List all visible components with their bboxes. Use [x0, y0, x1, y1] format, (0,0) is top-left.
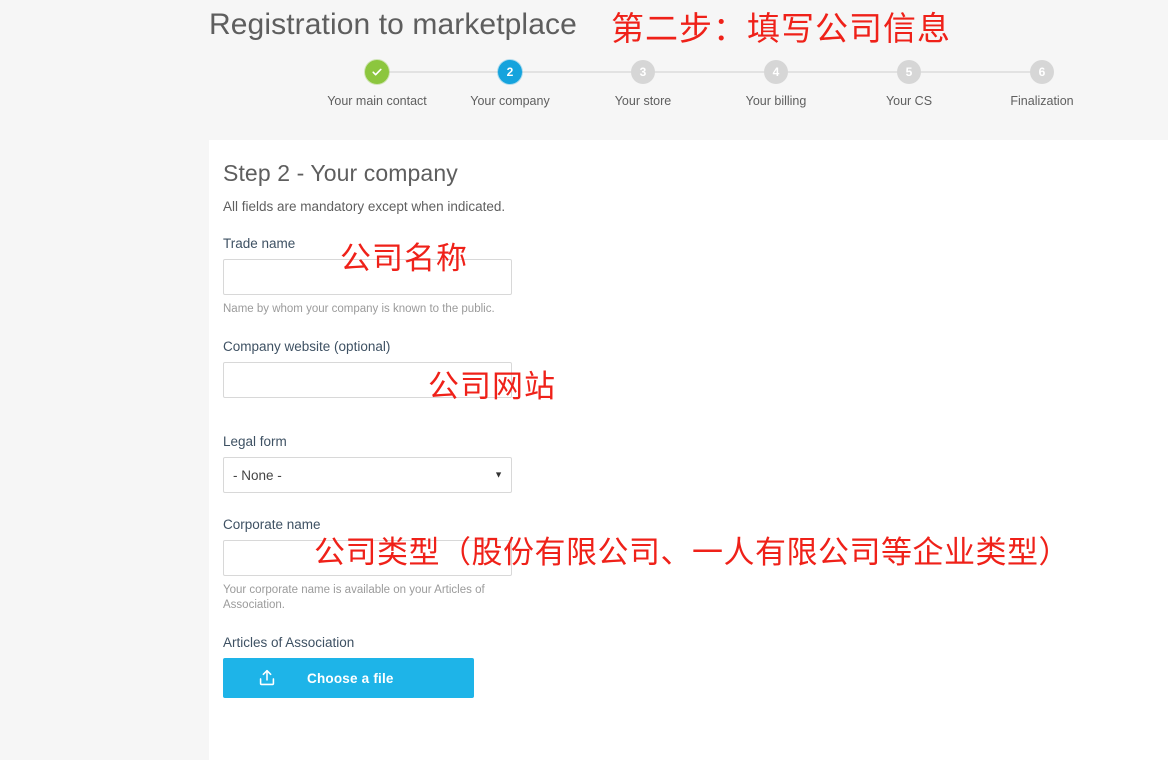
legal-form-select[interactable]: - None -: [223, 457, 512, 493]
trade-name-help: Name by whom your company is known to th…: [223, 303, 495, 315]
stepper-step-your-company[interactable]: 2 Your company: [443, 60, 577, 108]
form-title: Step 2 - Your company: [223, 160, 458, 186]
stepper-step-finalization[interactable]: 6 Finalization: [975, 60, 1109, 108]
field-corporate-name: Corporate name Your corporate name is av…: [223, 517, 743, 613]
choose-a-file-button[interactable]: Choose a file: [223, 658, 474, 698]
company-website-input[interactable]: [223, 362, 512, 398]
upload-icon: [249, 667, 285, 689]
step-circle-6[interactable]: 6: [1030, 60, 1054, 84]
step-circle-3[interactable]: 3: [631, 60, 655, 84]
company-website-label: Company website (optional): [223, 339, 391, 354]
trade-name-label: Trade name: [223, 236, 296, 251]
form-subtitle: All fields are mandatory except when ind…: [223, 199, 506, 214]
page-header-band: Registration to marketplace 第二步：填写公司信息 Y…: [0, 0, 1168, 140]
step-label-3: Your store: [614, 94, 672, 108]
field-company-website: Company website (optional): [223, 339, 743, 398]
step-circle-2[interactable]: 2: [498, 60, 522, 84]
registration-stepper: Your main contact 2 Your company 3 Your …: [310, 60, 1108, 120]
corporate-name-input[interactable]: [223, 540, 512, 576]
field-legal-form: Legal form - None - ▼: [223, 434, 743, 493]
step-circle-5[interactable]: 5: [897, 60, 921, 84]
step-label-1: Your main contact: [327, 94, 427, 108]
step-circle-4[interactable]: 4: [764, 60, 788, 84]
stepper-connector-line: [377, 71, 1041, 73]
field-trade-name: Trade name Name by whom your company is …: [223, 236, 743, 317]
page-title: Registration to marketplace: [209, 8, 577, 42]
stepper-step-your-main-contact[interactable]: Your main contact: [310, 60, 444, 108]
step-label-4: Your billing: [745, 94, 807, 108]
check-icon: [372, 68, 382, 76]
legal-form-select-wrapper[interactable]: - None - ▼: [223, 457, 512, 493]
step-label-6: Finalization: [1010, 94, 1074, 108]
step-label-2: Your company: [470, 94, 550, 108]
stepper-step-your-store[interactable]: 3 Your store: [576, 60, 710, 108]
stepper-step-your-billing[interactable]: 4 Your billing: [709, 60, 843, 108]
field-articles-of-association: Articles of Association Choose a file: [223, 635, 743, 698]
choose-a-file-label: Choose a file: [307, 670, 394, 686]
annotation-step-two: 第二步：填写公司信息: [611, 9, 951, 48]
articles-of-association-label: Articles of Association: [223, 635, 355, 650]
registration-form: Step 2 - Your company All fields are man…: [223, 140, 743, 698]
step-circle-1[interactable]: [365, 60, 389, 84]
stepper-step-your-cs[interactable]: 5 Your CS: [842, 60, 976, 108]
step-label-5: Your CS: [885, 94, 933, 108]
corporate-name-help: Your corporate name is available on your…: [223, 584, 485, 611]
trade-name-input[interactable]: [223, 259, 512, 295]
legal-form-label: Legal form: [223, 434, 287, 449]
corporate-name-label: Corporate name: [223, 517, 321, 532]
content-panel: Step 2 - Your company All fields are man…: [209, 140, 1168, 760]
